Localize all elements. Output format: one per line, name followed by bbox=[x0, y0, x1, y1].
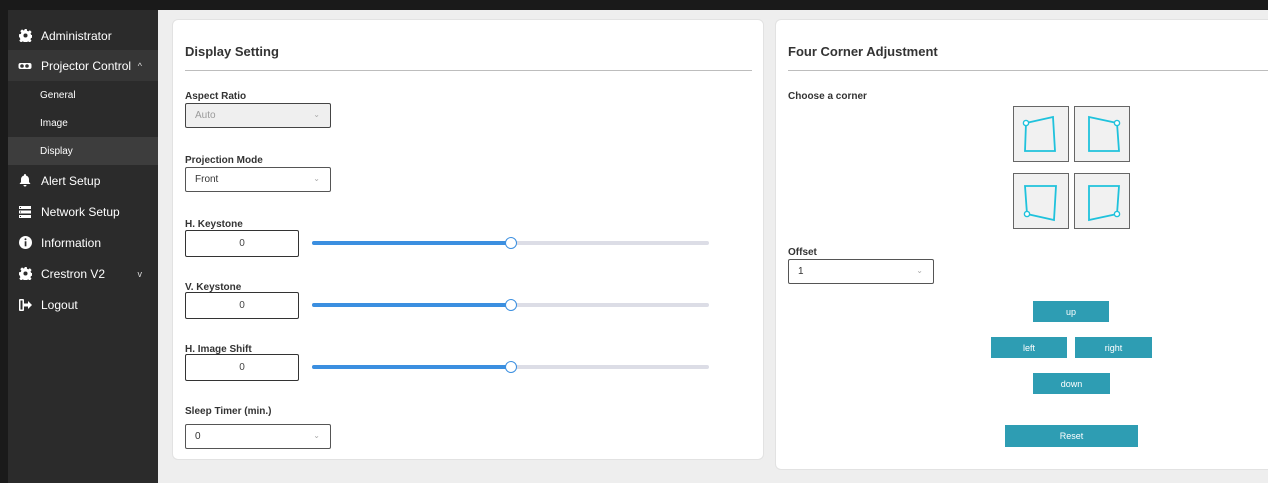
projection-mode-select[interactable]: Front ⌄ bbox=[185, 167, 331, 192]
projection-mode-label: Projection Mode bbox=[185, 155, 263, 166]
corner-bottom-left-button[interactable] bbox=[1013, 173, 1069, 229]
left-button[interactable]: left bbox=[991, 337, 1067, 358]
slider-fill bbox=[312, 303, 511, 307]
sidebar-subitem-label: General bbox=[40, 89, 76, 101]
sleep-timer-select[interactable]: 0 ⌄ bbox=[185, 424, 331, 449]
network-icon bbox=[18, 205, 32, 219]
offset-label: Offset bbox=[788, 247, 817, 258]
corner-bottom-right-button[interactable] bbox=[1074, 173, 1130, 229]
sidebar-item-information[interactable]: Information bbox=[8, 227, 158, 258]
sidebar-item-network-setup[interactable]: Network Setup bbox=[8, 196, 158, 227]
sidebar-item-alert-setup[interactable]: Alert Setup bbox=[8, 165, 158, 196]
slider-fill bbox=[312, 241, 511, 245]
divider bbox=[788, 70, 1268, 71]
v-keystone-input[interactable]: 0 bbox=[185, 292, 299, 319]
select-value: 0 bbox=[195, 431, 201, 442]
h-keystone-input[interactable]: 0 bbox=[185, 230, 299, 257]
slider-thumb[interactable] bbox=[504, 299, 517, 311]
gear-icon bbox=[18, 29, 32, 43]
select-value: Auto bbox=[195, 110, 216, 121]
right-button[interactable]: right bbox=[1075, 337, 1152, 358]
sidebar: Administrator Projector Control ^ Genera… bbox=[8, 10, 158, 483]
h-keystone-slider[interactable] bbox=[312, 237, 709, 249]
sidebar-item-label: Logout bbox=[41, 297, 78, 312]
card-title: Display Setting bbox=[185, 44, 279, 59]
sidebar-item-label: Network Setup bbox=[41, 204, 120, 219]
aspect-ratio-label: Aspect Ratio bbox=[185, 91, 247, 102]
four-corner-card: Four Corner Adjustment Choose a corner O… bbox=[775, 19, 1268, 470]
h-image-shift-slider[interactable] bbox=[312, 361, 709, 373]
sidebar-item-label: Projector Control bbox=[41, 58, 132, 73]
corner-bottom-left-icon bbox=[1023, 185, 1057, 222]
chevron-down-icon: v bbox=[137, 268, 143, 279]
display-setting-card: Display Setting Aspect Ratio Auto ⌄ Proj… bbox=[172, 19, 764, 460]
aspect-ratio-select[interactable]: Auto ⌄ bbox=[185, 103, 331, 128]
sidebar-item-crestron-v2[interactable]: Crestron V2 v bbox=[8, 258, 158, 289]
sidebar-subitem-display[interactable]: Display bbox=[8, 137, 158, 165]
logout-icon bbox=[18, 298, 32, 312]
up-button[interactable]: up bbox=[1033, 301, 1109, 322]
sidebar-item-label: Administrator bbox=[41, 28, 112, 43]
sidebar-item-label: Alert Setup bbox=[41, 173, 101, 188]
corner-top-left-button[interactable] bbox=[1013, 106, 1069, 162]
bell-icon bbox=[18, 174, 32, 188]
choose-corner-label: Choose a corner bbox=[788, 91, 867, 102]
sidebar-subitem-image[interactable]: Image bbox=[8, 109, 158, 137]
app-frame: Administrator Projector Control ^ Genera… bbox=[8, 10, 1268, 483]
divider bbox=[185, 70, 752, 71]
sidebar-subitem-general[interactable]: General bbox=[8, 81, 158, 109]
info-icon bbox=[18, 236, 32, 250]
sidebar-item-label: Crestron V2 bbox=[41, 266, 106, 281]
sidebar-item-logout[interactable]: Logout bbox=[8, 289, 158, 320]
sidebar-subitem-label: Display bbox=[40, 145, 73, 157]
corner-top-right-icon bbox=[1088, 115, 1121, 152]
chevron-down-icon: ⌄ bbox=[313, 431, 320, 440]
down-button[interactable]: down bbox=[1033, 373, 1110, 394]
projector-icon bbox=[18, 59, 32, 73]
h-image-shift-input[interactable]: 0 bbox=[185, 354, 299, 381]
slider-thumb[interactable] bbox=[504, 361, 517, 373]
select-value: Front bbox=[195, 174, 219, 185]
sidebar-subitem-label: Image bbox=[40, 117, 68, 129]
select-value: 1 bbox=[798, 266, 804, 277]
chevron-down-icon: ⌄ bbox=[916, 266, 923, 275]
chevron-down-icon: ⌄ bbox=[313, 110, 320, 119]
offset-select[interactable]: 1 ⌄ bbox=[788, 259, 934, 284]
chevron-down-icon: ⌄ bbox=[313, 174, 320, 183]
corner-top-right-button[interactable] bbox=[1074, 106, 1130, 162]
sidebar-item-administrator[interactable]: Administrator bbox=[8, 20, 158, 51]
corner-top-left-icon bbox=[1022, 115, 1056, 152]
corner-bottom-right-icon bbox=[1088, 185, 1121, 222]
slider-thumb[interactable] bbox=[504, 237, 517, 249]
sleep-timer-label: Sleep Timer (min.) bbox=[185, 406, 272, 417]
card-title: Four Corner Adjustment bbox=[788, 44, 938, 59]
gear-icon bbox=[18, 267, 32, 281]
chevron-up-icon: ^ bbox=[137, 60, 142, 71]
sidebar-item-label: Information bbox=[41, 235, 102, 250]
v-keystone-slider[interactable] bbox=[312, 299, 709, 311]
reset-button[interactable]: Reset bbox=[1005, 425, 1138, 447]
sidebar-item-projector-control[interactable]: Projector Control ^ bbox=[8, 50, 158, 81]
h-keystone-label: H. Keystone bbox=[185, 219, 243, 230]
slider-fill bbox=[312, 365, 511, 369]
